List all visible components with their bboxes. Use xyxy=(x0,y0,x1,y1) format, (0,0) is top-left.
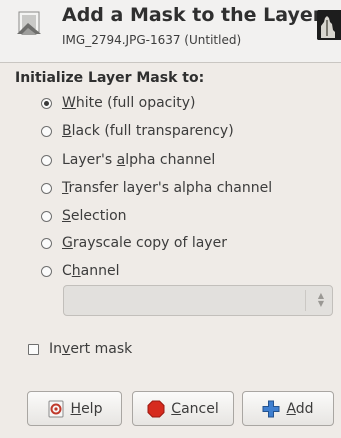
radio-layer-alpha-channel[interactable]: Layer's alpha channel xyxy=(41,149,215,171)
radio-button[interactable] xyxy=(41,154,52,166)
add-plus-icon xyxy=(262,400,280,417)
radio-label: Selection xyxy=(62,208,127,224)
radio-button[interactable] xyxy=(41,265,52,277)
radio-black-full-transparency[interactable]: Black (full transparency) xyxy=(41,120,234,142)
invert-mask-checkbox-row[interactable]: Invert mask xyxy=(28,338,132,360)
add-button[interactable]: Add xyxy=(242,391,334,426)
cancel-label: Cancel xyxy=(171,400,219,417)
radio-selection[interactable]: Selection xyxy=(41,205,127,227)
help-label: Help xyxy=(70,400,103,417)
image-name: IMG_2794.JPG-1637 (Untitled) xyxy=(62,33,242,47)
radio-label: Grayscale copy of layer xyxy=(62,235,227,251)
radio-button[interactable] xyxy=(41,182,52,194)
dialog-header: Add a Mask to the Layer IMG_2794.JPG-163… xyxy=(0,0,341,63)
help-icon xyxy=(48,400,64,417)
dialog-title: Add a Mask to the Layer xyxy=(62,4,323,26)
radio-grayscale-copy[interactable]: Grayscale copy of layer xyxy=(41,232,227,254)
radio-transfer-alpha-channel[interactable]: Transfer layer's alpha channel xyxy=(41,177,272,199)
add-label: Add xyxy=(286,400,314,417)
cancel-button[interactable]: Cancel xyxy=(132,391,234,426)
radio-label: Transfer layer's alpha channel xyxy=(62,180,273,196)
radio-button[interactable] xyxy=(41,210,52,222)
invert-mask-checkbox[interactable] xyxy=(28,343,39,355)
layer-preview-thumbnail xyxy=(317,10,341,40)
radio-label: Black (full transparency) xyxy=(62,123,234,139)
help-button[interactable]: Help xyxy=(27,391,122,426)
combo-divider xyxy=(305,290,306,311)
layer-mask-icon xyxy=(17,11,41,35)
radio-channel[interactable]: Channel xyxy=(41,260,119,282)
cancel-stop-icon xyxy=(147,400,165,417)
radio-label: Layer's alpha channel xyxy=(62,152,216,168)
invert-mask-label: Invert mask xyxy=(49,341,133,357)
channel-combo-box[interactable]: ▲ ▼ xyxy=(63,285,333,316)
radio-label: Channel xyxy=(62,263,120,279)
radio-white-full-opacity[interactable]: White (full opacity) xyxy=(41,92,196,114)
updown-arrows-icon[interactable]: ▲ ▼ xyxy=(318,292,324,308)
radio-button[interactable] xyxy=(41,125,52,137)
radio-button[interactable] xyxy=(41,237,52,249)
init-mask-section-label: Initialize Layer Mask to: xyxy=(15,70,205,86)
radio-label: White (full opacity) xyxy=(62,95,196,111)
radio-button[interactable] xyxy=(41,97,52,109)
